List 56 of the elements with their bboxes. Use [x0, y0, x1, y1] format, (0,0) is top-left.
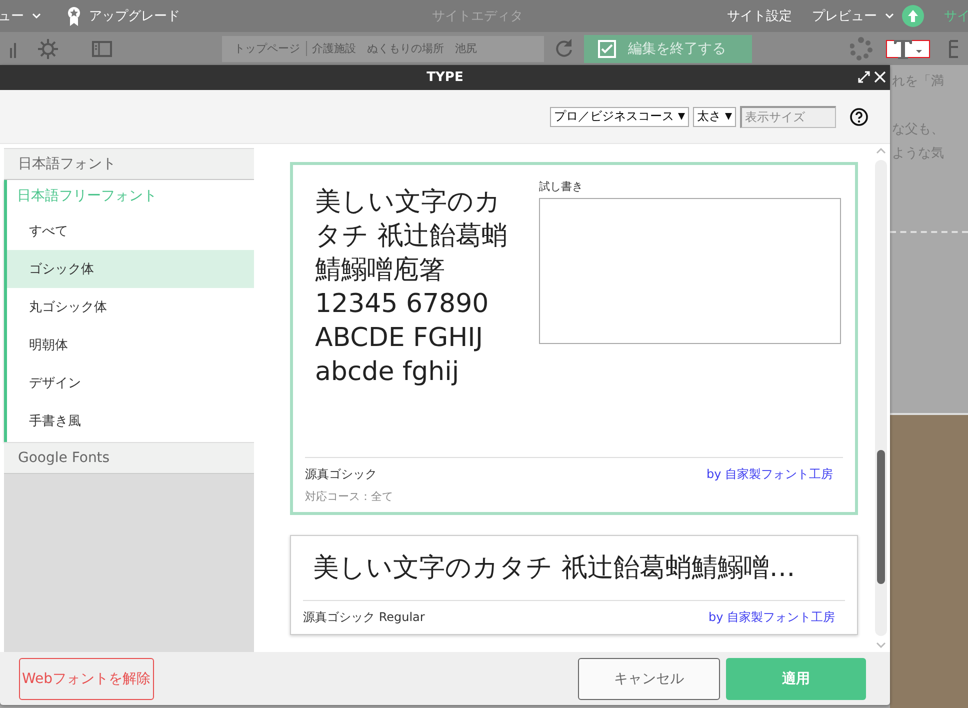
cancel-button[interactable]: キャンセル [578, 658, 720, 700]
font-name: 源真ゴシック [305, 466, 377, 483]
font-sample-text: 美しい文字のカ [315, 186, 502, 219]
author-link[interactable]: by 自家製フォント工房 [708, 609, 835, 626]
course-note: 対応コース：全て [305, 489, 394, 504]
category-item[interactable]: ゴシック体 [7, 250, 254, 288]
menu-link[interactable]: ュー [0, 7, 24, 25]
category-header[interactable]: Google Fonts [4, 442, 254, 474]
scrollbar-track[interactable] [875, 160, 887, 636]
layout-icon[interactable] [948, 38, 958, 58]
remove-webfont-button[interactable]: Webフォントを解除 [19, 658, 154, 700]
category-item[interactable]: 手書き風 [7, 402, 254, 440]
scrollbar-thumb[interactable] [877, 450, 885, 584]
font-sample-text: ABCDE FGHIJ [315, 322, 484, 355]
font-sample-text: 12345 67890 [315, 288, 490, 321]
preview-link[interactable]: プレビュー [812, 7, 877, 25]
dropdown-icon [678, 113, 685, 120]
category-item[interactable]: デザイン [7, 364, 254, 402]
trial-text-area[interactable] [539, 198, 841, 344]
scroll-down-icon[interactable] [876, 642, 886, 648]
upload-icon [902, 5, 924, 27]
font-sample-text: 鯖鰯噌庖箸 [315, 254, 446, 287]
breadcrumb: トップページ [234, 41, 300, 56]
caret-icon [32, 13, 41, 19]
expand-icon[interactable] [858, 71, 870, 83]
scroll-up-icon[interactable] [876, 148, 886, 154]
dropdown-icon [725, 113, 732, 120]
page-title: 介護施設 ぬくもりの場所 池尻 [306, 41, 477, 56]
course-select[interactable]: プロ／ビジネスコース [550, 106, 689, 126]
font-sample-text: タチ 祇辻飴葛蛸 [315, 220, 508, 253]
font-card[interactable]: 美しい文字のカタチ 祇辻飴葛蛸鯖鰯噌… 源真ゴシック Regular by 自家製フォント工房 [290, 535, 858, 635]
font-name: 源真ゴシック Regular [303, 609, 425, 626]
font-sample-text: abcde fghij [315, 356, 460, 389]
category-header[interactable]: 日本語フォント [4, 148, 254, 180]
caret-icon [885, 13, 894, 19]
category-item[interactable]: すべて [7, 212, 254, 250]
settings-icon[interactable] [38, 38, 58, 58]
site-settings-link[interactable]: サイト設定 [727, 7, 792, 25]
close-icon[interactable] [874, 71, 886, 83]
medal-icon [67, 6, 81, 26]
panel-icon[interactable] [92, 40, 112, 56]
text-tool-button[interactable] [886, 40, 930, 58]
author-link[interactable]: by 自家製フォント工房 [706, 466, 833, 483]
trial-label: 試し書き [539, 179, 584, 194]
dialog-title: TYPE [426, 70, 464, 85]
font-sample-text: 美しい文字のカタチ 祇辻飴葛蛸鯖鰯噌… [312, 552, 796, 585]
text-icon [892, 38, 924, 60]
help-icon[interactable] [850, 108, 868, 126]
size-field[interactable]: 表示サイズ [740, 106, 836, 128]
upgrade-link[interactable]: アップグレード [89, 7, 180, 25]
category-item[interactable]: 明朝体 [7, 326, 254, 364]
checkbox-icon [598, 40, 616, 58]
weight-select[interactable]: 太さ [693, 106, 736, 126]
reload-icon[interactable] [554, 38, 574, 58]
font-card[interactable]: 美しい文字のカ タチ 祇辻飴葛蛸 鯖鰯噌庖箸 12345 67890 ABCDE FGHIJ abcde fghij 試し書き 源真ゴシック by 自家製フォント工房 対応コース：全て [290, 162, 858, 515]
category-item[interactable]: 丸ゴシック体 [7, 288, 254, 326]
